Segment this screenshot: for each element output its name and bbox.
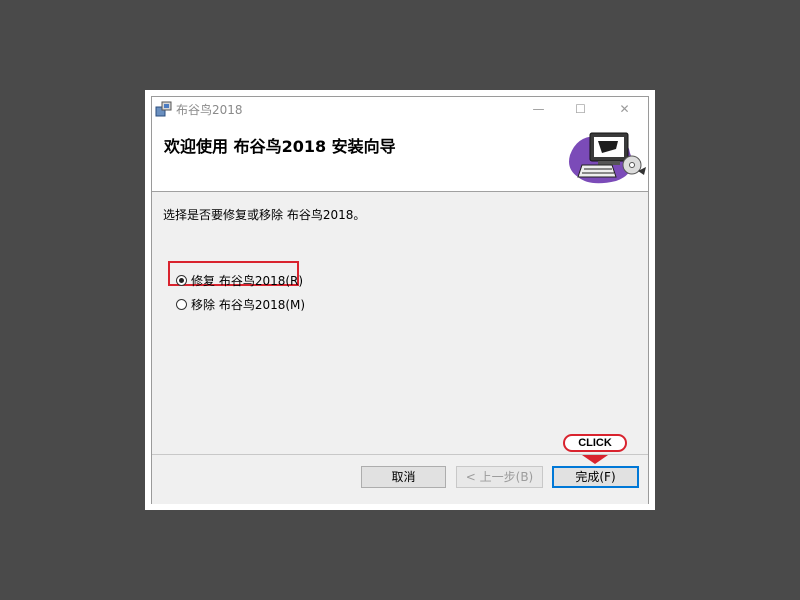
repair-radio[interactable] [176, 274, 187, 286]
computer-cd-icon [569, 132, 646, 184]
remove-radio[interactable] [176, 298, 187, 310]
button-divider [152, 454, 648, 455]
repair-option[interactable]: 修复 布谷鸟2018(R) [176, 270, 303, 290]
remove-option-label: 移除 布谷鸟2018(M) [191, 297, 306, 312]
remove-option[interactable]: 移除 布谷鸟2018(M) [176, 294, 305, 314]
wizard-title: 欢迎使用 布谷鸟2018 安装向导 [164, 137, 396, 156]
title-bar: 布谷鸟2018 — ☐ ✕ [152, 97, 648, 121]
repair-option-label: 修复 布谷鸟2018(R) [191, 273, 304, 288]
click-arrow-icon [582, 455, 608, 464]
wizard-body: 选择是否要修复或移除 布谷鸟2018。 修复 布谷鸟2018(R) 移除 布谷鸟… [152, 192, 648, 504]
cancel-button[interactable]: 取消 [361, 466, 446, 488]
window-title: 布谷鸟2018 [176, 103, 243, 117]
installer-app-icon [155, 101, 172, 117]
maximize-button[interactable]: ☐ [558, 97, 603, 121]
close-button[interactable]: ✕ [602, 97, 647, 121]
click-callout: CLICK [563, 434, 627, 452]
back-button[interactable]: < 上一步(B) [456, 466, 543, 488]
wizard-header: 欢迎使用 布谷鸟2018 安装向导 [152, 121, 648, 192]
prompt-text: 选择是否要修复或移除 布谷鸟2018。 [163, 208, 366, 222]
finish-button[interactable]: 完成(F) [552, 466, 639, 488]
minimize-button[interactable]: — [516, 97, 561, 121]
